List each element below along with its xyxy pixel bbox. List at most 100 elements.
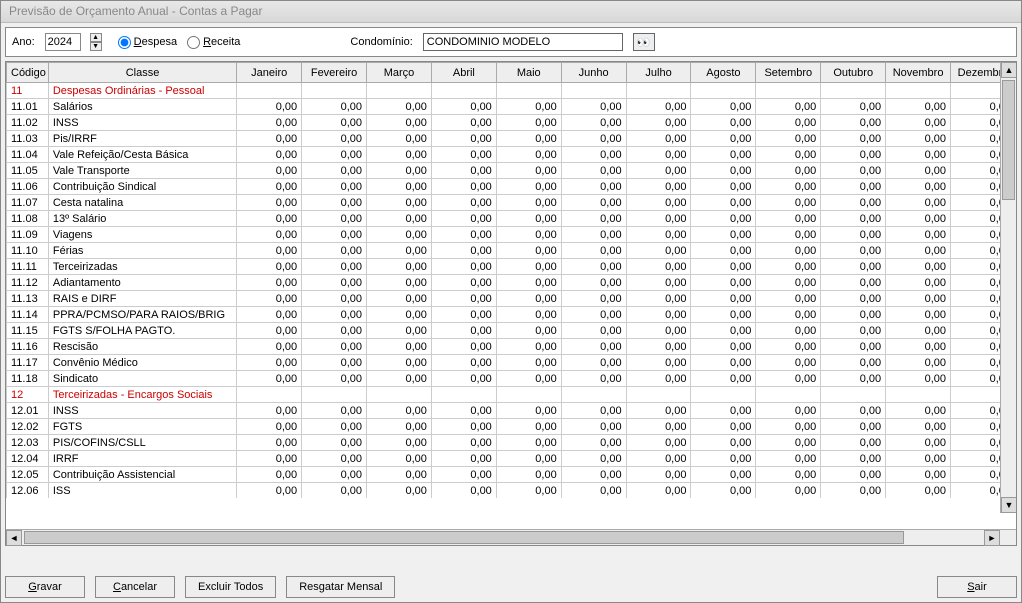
cell-month[interactable]: 0,00 [431,323,496,339]
table-row[interactable]: 11.10Férias0,000,000,000,000,000,000,000… [7,243,1016,259]
cell-month[interactable]: 0,00 [237,483,302,499]
cell-month[interactable]: 0,00 [431,403,496,419]
cell-month[interactable] [496,83,561,99]
cell-month[interactable]: 0,00 [431,131,496,147]
cell-codigo[interactable]: 11.15 [7,323,49,339]
cell-month[interactable]: 0,00 [237,99,302,115]
cell-month[interactable]: 0,00 [237,403,302,419]
cell-month[interactable] [821,387,886,403]
cell-month[interactable]: 0,00 [561,195,626,211]
cell-codigo[interactable]: 11.08 [7,211,49,227]
cell-month[interactable]: 0,00 [496,339,561,355]
cell-month[interactable]: 0,00 [691,259,756,275]
cell-month[interactable]: 0,00 [886,179,951,195]
condominio-input[interactable] [423,33,623,51]
cell-month[interactable]: 0,00 [561,99,626,115]
cell-month[interactable]: 0,00 [821,323,886,339]
table-row[interactable]: 11.15FGTS S/FOLHA PAGTO.0,000,000,000,00… [7,323,1016,339]
cell-month[interactable]: 0,00 [756,99,821,115]
cell-month[interactable]: 0,00 [626,195,691,211]
cell-month[interactable]: 0,00 [302,131,367,147]
cell-codigo[interactable]: 11.12 [7,275,49,291]
cell-month[interactable]: 0,00 [821,291,886,307]
cell-month[interactable]: 0,00 [496,179,561,195]
cell-month[interactable]: 0,00 [431,259,496,275]
cell-month[interactable]: 0,00 [237,291,302,307]
cell-month[interactable]: 0,00 [302,227,367,243]
cell-classe[interactable]: Viagens [48,227,236,243]
cell-month[interactable]: 0,00 [561,339,626,355]
cancelar-button[interactable]: Cancelar [95,576,175,598]
cell-month[interactable]: 0,00 [367,467,432,483]
cell-month[interactable] [756,387,821,403]
cell-month[interactable]: 0,00 [691,323,756,339]
cell-month[interactable] [302,83,367,99]
cell-codigo[interactable]: 12 [7,387,49,403]
cell-classe[interactable]: PIS/COFINS/CSLL [48,435,236,451]
cell-month[interactable]: 0,00 [756,467,821,483]
col-mai[interactable]: Maio [496,63,561,83]
cell-month[interactable]: 0,00 [561,435,626,451]
cell-codigo[interactable]: 12.01 [7,403,49,419]
cell-month[interactable]: 0,00 [367,451,432,467]
cell-month[interactable] [886,83,951,99]
cell-month[interactable]: 0,00 [496,451,561,467]
cell-month[interactable]: 0,00 [237,211,302,227]
cell-month[interactable]: 0,00 [431,195,496,211]
cell-month[interactable]: 0,00 [237,371,302,387]
cell-month[interactable]: 0,00 [302,211,367,227]
cell-month[interactable]: 0,00 [821,339,886,355]
cell-month[interactable]: 0,00 [367,435,432,451]
cell-month[interactable]: 0,00 [626,307,691,323]
cell-month[interactable]: 0,00 [237,307,302,323]
cell-month[interactable]: 0,00 [496,227,561,243]
cell-month[interactable]: 0,00 [431,163,496,179]
cell-classe[interactable]: Vale Transporte [48,163,236,179]
cell-classe[interactable]: RAIS e DIRF [48,291,236,307]
cell-month[interactable]: 0,00 [561,275,626,291]
table-row[interactable]: 11.02INSS0,000,000,000,000,000,000,000,0… [7,115,1016,131]
cell-month[interactable]: 0,00 [691,371,756,387]
col-abr[interactable]: Abril [431,63,496,83]
cell-month[interactable]: 0,00 [496,435,561,451]
table-row[interactable]: 11.05Vale Transporte0,000,000,000,000,00… [7,163,1016,179]
cell-month[interactable]: 0,00 [496,99,561,115]
cell-month[interactable]: 0,00 [431,243,496,259]
cell-codigo[interactable]: 11.11 [7,259,49,275]
table-row[interactable]: 12.01INSS0,000,000,000,000,000,000,000,0… [7,403,1016,419]
cell-month[interactable]: 0,00 [237,275,302,291]
cell-month[interactable] [886,387,951,403]
cell-month[interactable]: 0,00 [691,147,756,163]
hscroll-thumb[interactable] [24,531,904,544]
cell-month[interactable]: 0,00 [302,467,367,483]
cell-month[interactable]: 0,00 [691,483,756,499]
cell-month[interactable]: 0,00 [237,323,302,339]
cell-month[interactable]: 0,00 [691,99,756,115]
cell-month[interactable] [821,83,886,99]
cell-classe[interactable]: Terceirizadas [48,259,236,275]
cell-month[interactable]: 0,00 [302,147,367,163]
cell-month[interactable]: 0,00 [431,467,496,483]
cell-codigo[interactable]: 11.18 [7,371,49,387]
cell-month[interactable]: 0,00 [431,355,496,371]
cell-month[interactable]: 0,00 [237,179,302,195]
cell-month[interactable]: 0,00 [237,451,302,467]
cell-month[interactable]: 0,00 [302,403,367,419]
cell-classe[interactable]: Vale Refeição/Cesta Básica [48,147,236,163]
cell-month[interactable]: 0,00 [821,115,886,131]
cell-month[interactable]: 0,00 [367,291,432,307]
cell-month[interactable]: 0,00 [561,227,626,243]
cell-month[interactable]: 0,00 [756,259,821,275]
cell-month[interactable]: 0,00 [561,355,626,371]
cell-month[interactable] [431,83,496,99]
cell-classe[interactable]: IRRF [48,451,236,467]
cell-month[interactable]: 0,00 [821,451,886,467]
cell-month[interactable]: 0,00 [561,147,626,163]
cell-month[interactable]: 0,00 [237,131,302,147]
cell-month[interactable]: 0,00 [626,371,691,387]
cell-month[interactable]: 0,00 [367,275,432,291]
cell-month[interactable]: 0,00 [756,339,821,355]
cell-month[interactable]: 0,00 [756,275,821,291]
cell-month[interactable]: 0,00 [237,163,302,179]
cell-classe[interactable]: Terceirizadas - Encargos Sociais [48,387,236,403]
